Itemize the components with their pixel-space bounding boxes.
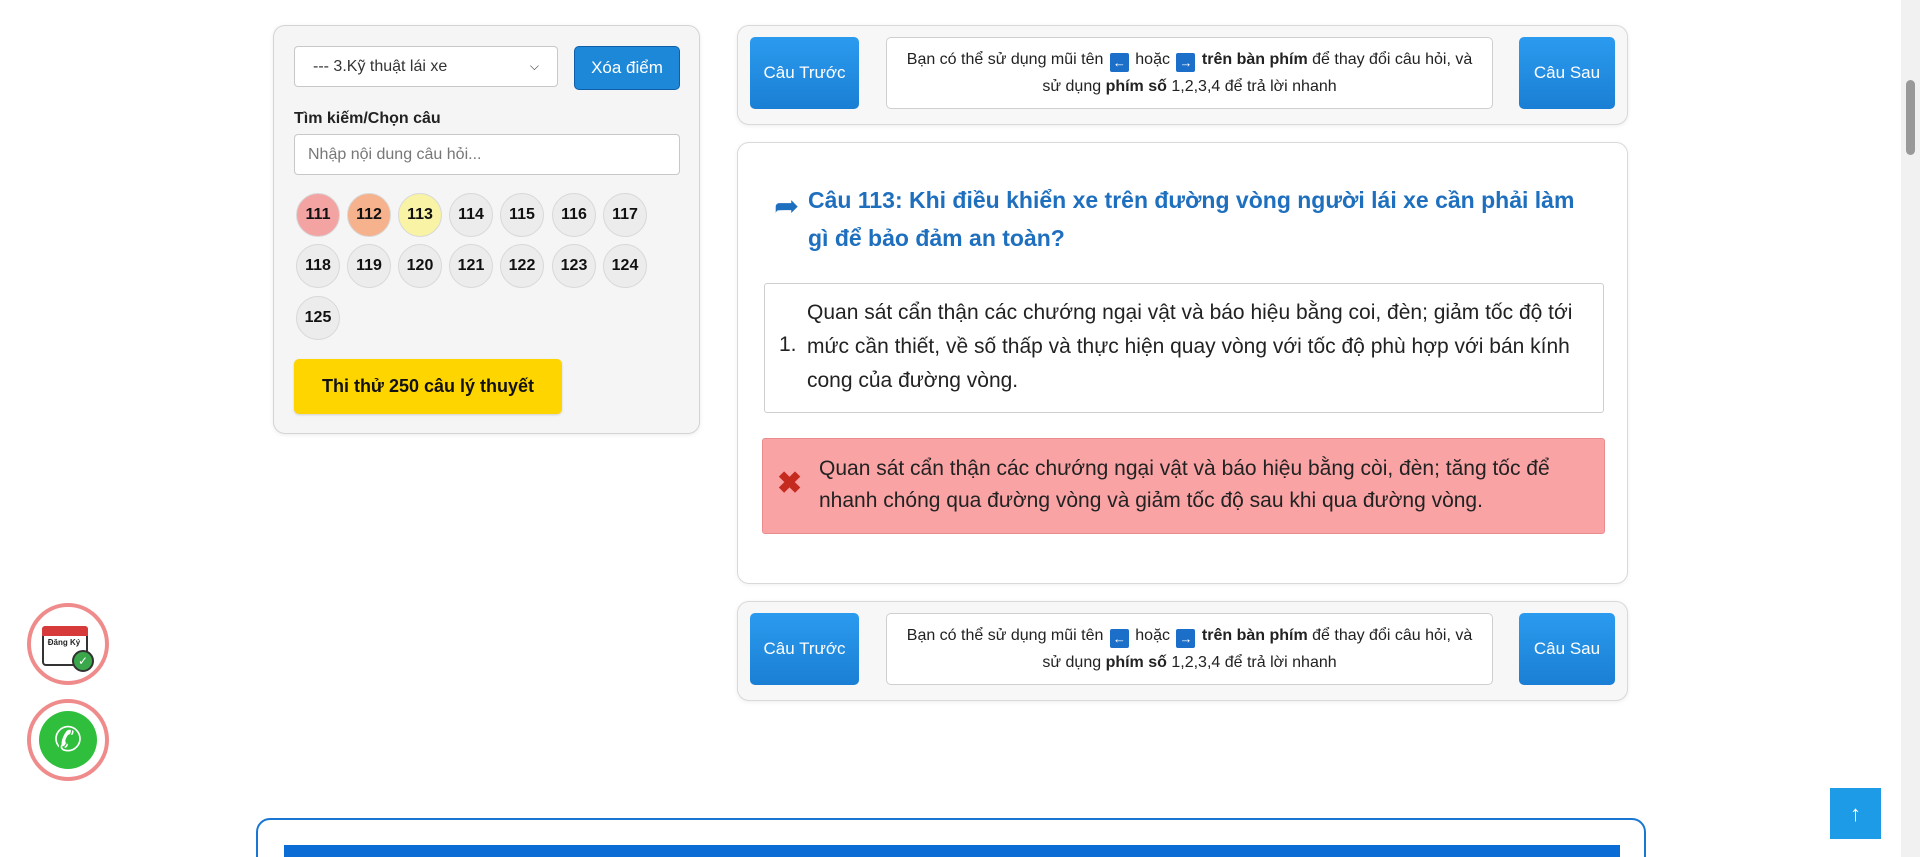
question-number-114[interactable]: 114 [449, 193, 493, 237]
hint-text: hoặc [1135, 627, 1170, 644]
question-number-116[interactable]: 116 [552, 193, 596, 237]
question-number-112[interactable]: 112 [347, 193, 391, 237]
question-number-label: 124 [611, 257, 639, 274]
left-arrow-key-icon: ← [1109, 629, 1129, 648]
hint-text: để thay đổi câu hỏi, và [1312, 51, 1473, 68]
question-number-label: 121 [457, 257, 485, 274]
arrow-up-icon: ↑ [1850, 800, 1861, 826]
question-title: Câu 113: Khi điều khiển xe trên đường vò… [808, 187, 1575, 251]
search-label: Tìm kiếm/Chọn câu [294, 110, 441, 127]
answer-number: 1. [779, 333, 797, 356]
hint-text: Bạn có thể sử dụng mũi tên [906, 627, 1104, 644]
question-number-label: 122 [508, 257, 536, 274]
hint-text: hoặc [1135, 51, 1170, 68]
search-input[interactable]: Nhập nội dung câu hỏi... [294, 134, 680, 175]
question-nav-top: Câu Trước Bạn có thể sử dụng mũi tên ← h… [737, 25, 1628, 125]
question-number-label: 113 [407, 206, 433, 223]
phone-icon: ✆ [39, 711, 97, 769]
wrong-answer-box[interactable]: ✖ Quan sát cẩn thận các chướng ngại vật … [762, 438, 1605, 534]
answer-option-1[interactable]: 1. Quan sát cẩn thận các chướng ngại vật… [764, 283, 1604, 413]
question-number-label: 125 [304, 309, 332, 326]
trial-test-button[interactable]: Thi thử 250 câu lý thuyết [294, 359, 562, 414]
question-number-118[interactable]: 118 [296, 244, 340, 288]
search-placeholder: Nhập nội dung câu hỏi... [308, 145, 482, 163]
register-float-button[interactable]: Đăng Ký ✓ [27, 603, 109, 685]
next-question-button[interactable]: Câu Sau [1519, 613, 1615, 685]
page: --- 3.Kỹ thuật lái xe ⌵ Xóa điểm Tìm kiế… [0, 0, 1920, 857]
answer-text: Quan sát cẩn thận các chướng ngại vật và… [807, 301, 1573, 392]
scrollbar-thumb[interactable] [1906, 80, 1915, 155]
question-number-label: 111 [305, 206, 331, 223]
question-number-123[interactable]: 123 [552, 244, 596, 288]
question-number-label: 114 [458, 206, 484, 223]
right-arrow-key-icon: → [1176, 629, 1196, 648]
hint-text: 1,2,3,4 để trả lời nhanh [1171, 654, 1337, 671]
next-question-button[interactable]: Câu Sau [1519, 37, 1615, 109]
hint-text: để thay đổi câu hỏi, và [1312, 627, 1473, 644]
question-number-125[interactable]: 125 [296, 296, 340, 340]
question-number-label: 112 [356, 206, 382, 223]
question-number-label: 120 [406, 257, 434, 274]
left-arrow-key-icon: ← [1109, 53, 1129, 72]
question-navigator-panel: --- 3.Kỹ thuật lái xe ⌵ Xóa điểm Tìm kiế… [273, 25, 700, 434]
question-card: ➦ Câu 113: Khi điều khiển xe trên đường … [737, 142, 1628, 584]
question-number-label: 117 [612, 206, 638, 223]
chevron-down-icon: ⌵ [529, 59, 539, 73]
question-number-113[interactable]: 113 [398, 193, 442, 237]
hint-text: 1,2,3,4 để trả lời nhanh [1171, 78, 1337, 95]
hint-text: sử dụng [1042, 654, 1102, 671]
share-arrow-icon: ➦ [774, 190, 800, 223]
question-number-label: 115 [509, 206, 535, 223]
question-number-label: 119 [356, 257, 382, 274]
wrong-answer-text: Quan sát cẩn thận các chướng ngại vật và… [819, 457, 1550, 512]
prev-question-button[interactable]: Câu Trước [750, 613, 859, 685]
question-number-124[interactable]: 124 [603, 244, 647, 288]
question-number-115[interactable]: 115 [500, 193, 544, 237]
question-number-111[interactable]: 111 [296, 193, 340, 237]
prev-question-button[interactable]: Câu Trước [750, 37, 859, 109]
scrollbar[interactable] [1901, 0, 1920, 857]
hint-bold: phím số [1105, 654, 1167, 671]
topic-select[interactable]: --- 3.Kỹ thuật lái xe ⌵ [294, 46, 558, 87]
question-number-label: 118 [305, 257, 331, 274]
question-number-120[interactable]: 120 [398, 244, 442, 288]
back-to-top-button[interactable]: ↑ [1830, 788, 1881, 839]
right-arrow-key-icon: → [1176, 53, 1196, 72]
question-number-121[interactable]: 121 [449, 244, 493, 288]
keyboard-hint: Bạn có thể sử dụng mũi tên ← hoặc → trên… [886, 37, 1493, 109]
question-number-label: 116 [561, 206, 587, 223]
phone-float-button[interactable]: ✆ [27, 699, 109, 781]
hint-bold: trên bàn phím [1201, 51, 1308, 68]
cross-icon: ✖ [777, 467, 803, 500]
bottom-section [256, 818, 1646, 857]
question-number-label: 123 [560, 257, 588, 274]
question-number-122[interactable]: 122 [500, 244, 544, 288]
calendar-check-icon: Đăng Ký ✓ [42, 620, 94, 672]
register-label: Đăng Ký [47, 638, 81, 647]
hint-bold: phím số [1105, 78, 1167, 95]
topic-select-value: --- 3.Kỹ thuật lái xe [313, 57, 448, 75]
hint-text: sử dụng [1042, 78, 1102, 95]
clear-score-button[interactable]: Xóa điểm [574, 46, 680, 90]
hint-bold: trên bàn phím [1201, 627, 1308, 644]
keyboard-hint: Bạn có thể sử dụng mũi tên ← hoặc → trên… [886, 613, 1493, 685]
bottom-section-header [284, 845, 1620, 857]
question-nav-bottom: Câu Trước Bạn có thể sử dụng mũi tên ← h… [737, 601, 1628, 701]
hint-text: Bạn có thể sử dụng mũi tên [906, 51, 1104, 68]
question-number-119[interactable]: 119 [347, 244, 391, 288]
question-number-117[interactable]: 117 [603, 193, 647, 237]
